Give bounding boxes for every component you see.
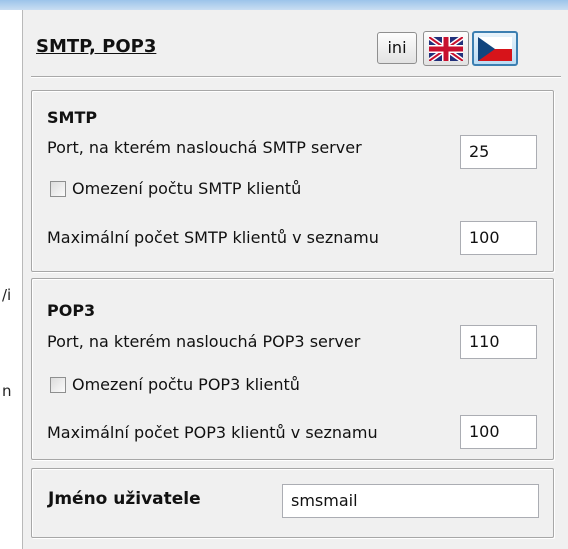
username-field[interactable]: smsmail [282, 484, 539, 518]
left-text-fragment: /i [2, 286, 12, 304]
smtp-group-title: SMTP [47, 108, 98, 127]
smtp-limit-label: Omezení počtu SMTP klientů [72, 179, 302, 198]
czech-language-button[interactable] [472, 31, 518, 66]
pop3-group: POP3 Port, na kterém naslouchá POP3 serv… [31, 278, 554, 460]
smtp-port-label: Port, na kterém naslouchá SMTP server [47, 138, 362, 157]
left-background-window: /i n [0, 10, 23, 549]
smtp-group: SMTP Port, na kterém naslouchá SMTP serv… [31, 90, 554, 272]
pop3-port-field[interactable]: 110 [460, 325, 537, 359]
smtp-limit-checkbox[interactable] [50, 180, 66, 197]
pop3-limit-label: Omezení počtu POP3 klientů [72, 375, 300, 394]
left-text-fragment: n [2, 382, 12, 400]
english-language-button[interactable] [423, 31, 469, 66]
smtp-limit-checkbox-row[interactable]: Omezení počtu SMTP klientů [50, 179, 301, 198]
username-label: Jméno uživatele [48, 489, 201, 509]
window-title-strip [0, 0, 568, 10]
smtp-max-clients-field[interactable]: 100 [460, 221, 537, 255]
pop3-max-clients-field[interactable]: 100 [460, 415, 537, 449]
page-title: SMTP, POP3 [36, 36, 157, 57]
smtp-max-clients-label: Maximální počet SMTP klientů v seznamu [47, 228, 379, 247]
settings-panel: SMTP, POP3 ini SMTP Port, na kterém nasl… [23, 10, 568, 549]
uk-flag-icon [429, 36, 463, 61]
header-divider [31, 76, 561, 78]
pop3-limit-checkbox[interactable] [50, 376, 66, 393]
pop3-port-label: Port, na kterém naslouchá POP3 server [47, 332, 361, 351]
user-group: Jméno uživatele smsmail [31, 468, 554, 538]
pop3-max-clients-label: Maximální počet POP3 klientů v seznamu [47, 423, 378, 442]
pop3-group-title: POP3 [47, 301, 96, 320]
ini-button[interactable]: ini [377, 32, 417, 64]
pop3-limit-checkbox-row[interactable]: Omezení počtu POP3 klientů [50, 375, 300, 394]
czech-flag-icon [478, 36, 512, 61]
smtp-port-field[interactable]: 25 [460, 135, 537, 169]
